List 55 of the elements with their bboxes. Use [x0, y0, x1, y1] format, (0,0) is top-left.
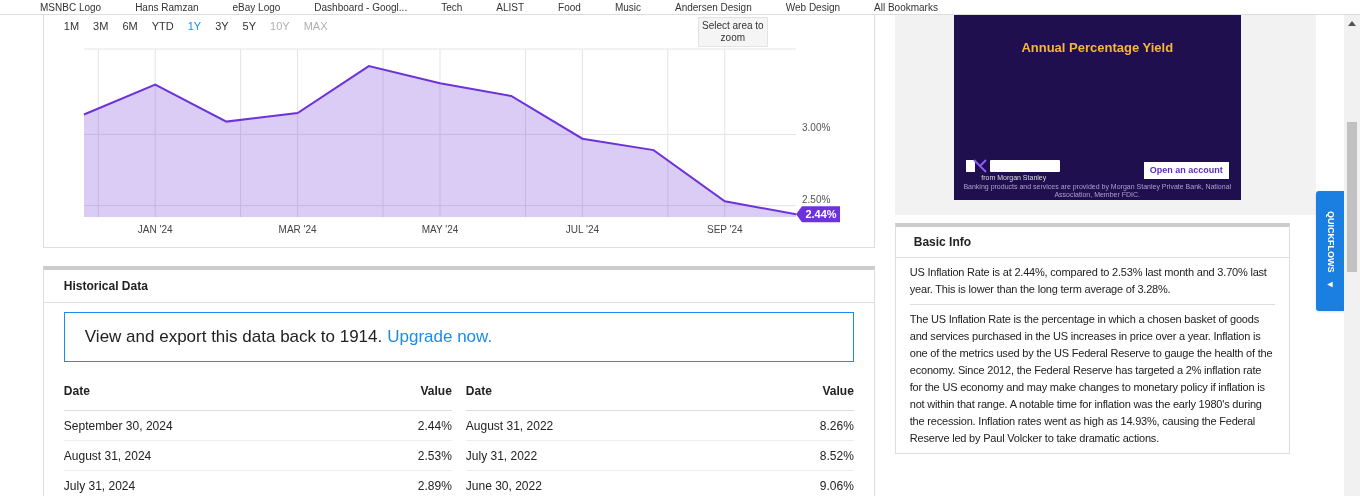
- table-cell-text: 2.44%: [417, 417, 452, 435]
- x-axis-label: JUL '24: [565, 224, 599, 235]
- bookmark-link[interactable]: Dashboard - Googl...: [314, 2, 408, 14]
- table-cell-text: August 31, 2024: [63, 447, 152, 465]
- column-header: Value: [822, 383, 854, 400]
- bookmark-link[interactable]: MSNBC Logo: [40, 2, 102, 14]
- bookmark-link[interactable]: Food: [558, 2, 581, 14]
- y-axis-label: 3.00%: [801, 122, 831, 134]
- table-cell-text: July 31, 2024: [63, 477, 136, 495]
- range-tab[interactable]: 5Y: [242, 18, 257, 35]
- bookmark-link[interactable]: Music: [614, 2, 641, 14]
- x-axis-label: SEP '24: [706, 224, 743, 235]
- scroll-up-icon[interactable]: [1348, 21, 1357, 26]
- table-cell-text: 2.89%: [417, 477, 452, 495]
- table-cell-text: 8.26%: [819, 417, 854, 435]
- range-tab[interactable]: 1Y: [187, 18, 202, 35]
- range-tab[interactable]: 3Y: [215, 18, 229, 35]
- column-header: Value: [420, 383, 452, 400]
- table-cell-text: 2.53%: [417, 447, 452, 465]
- bookmark-link[interactable]: Tech: [441, 2, 463, 14]
- last-value-tag: 2.44%: [795, 206, 840, 223]
- bookmark-link[interactable]: All Bookmarks: [874, 2, 938, 14]
- zoom-hint: Select area to zoom: [697, 17, 768, 47]
- bookmark-link[interactable]: Andersen Design: [675, 2, 752, 14]
- ad-headline: Annual Percentage Yield: [1021, 39, 1174, 57]
- range-tab[interactable]: YTD: [151, 18, 174, 35]
- info-paragraph: The US Inflation Rate is the percentage in which a chosen basket of goods and services purchased in the US increases in price over a year. Inflation is one of the metrics used by the US Federal Reserve to gauge the health of the economy. Since 2012, the Federal Reserve has targeted a 2% inflation rate for the US economy and may make changes to monetary policy if inflation is not within that range. A notable time for inflation was the early 1980's during the recession. Inflation rates went as high as 14.93%, causing the Federal Reserve led by Paul Volcker to take dramatic actions.: [909, 312, 1274, 446]
- table-cell-text: July 31, 2022: [465, 447, 538, 465]
- range-tab[interactable]: 3M: [93, 18, 109, 35]
- bookmark-link[interactable]: Hans Ramzan: [135, 2, 199, 14]
- column-header: Date: [465, 383, 492, 400]
- table-cell-text: September 30, 2024: [63, 417, 173, 435]
- banner-text: View and export this data back to 1914.: [84, 326, 383, 349]
- bookmark-link[interactable]: Web Design: [785, 2, 840, 14]
- info-paragraph: US Inflation Rate is at 2.44%, compared to 2.53% last month and 3.70% last year. This is lower than the long term average of 3.28%.: [909, 258, 1275, 305]
- x-axis-label: JAN '24: [137, 224, 173, 235]
- range-tab[interactable]: 1M: [63, 18, 80, 35]
- scrollbar-thumb[interactable]: [1347, 122, 1358, 272]
- table-cell-text: 8.52%: [819, 447, 854, 465]
- y-axis-label: 2.50%: [801, 193, 831, 205]
- section-title: Basic Info: [895, 227, 1289, 258]
- x-axis-label: MAY '24: [421, 224, 459, 235]
- table-cell-text: August 31, 2022: [465, 417, 554, 435]
- range-tab[interactable]: 6M: [122, 18, 138, 35]
- bookmark-link[interactable]: eBay Logo: [232, 2, 281, 14]
- scrollbar[interactable]: [1344, 15, 1360, 496]
- table-cell-text: 9.06%: [819, 477, 854, 495]
- x-axis-label: MAR '24: [278, 224, 317, 235]
- open-account-button[interactable]: Open an account: [1143, 161, 1229, 179]
- upgrade-link[interactable]: Upgrade now.: [387, 324, 493, 350]
- column-header: Date: [63, 383, 90, 400]
- section-title: Historical Data: [43, 270, 874, 303]
- bookmark-link[interactable]: ALIST: [496, 2, 525, 14]
- table-cell-text: June 30, 2022: [465, 477, 542, 495]
- quickflows-tab[interactable]: QUICKFLOWS ◄: [1316, 191, 1345, 311]
